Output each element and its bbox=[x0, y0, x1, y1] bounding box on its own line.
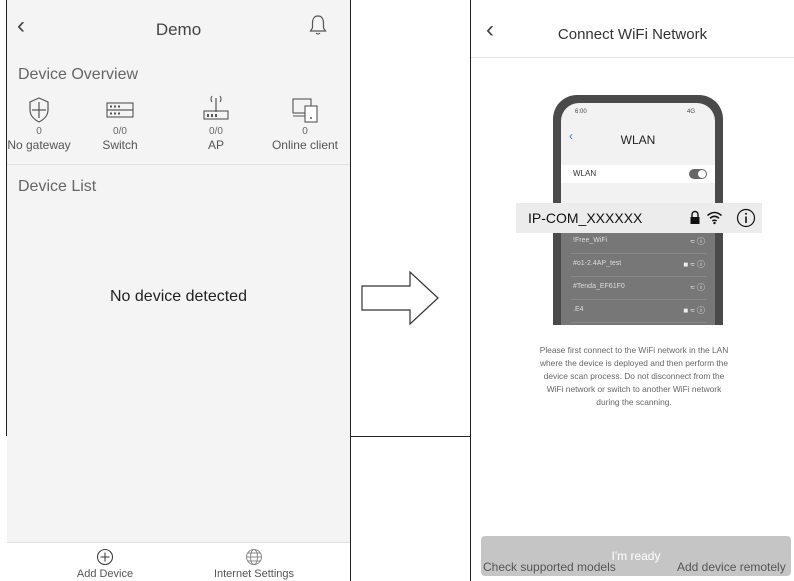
bell-icon[interactable] bbox=[309, 14, 327, 41]
mock-wlan-toggle bbox=[689, 169, 707, 179]
overview-online-client[interactable]: 0 Online client bbox=[265, 96, 345, 152]
switch-label: Switch bbox=[102, 138, 138, 152]
gateway-label: No gateway bbox=[7, 138, 71, 152]
mock-network-row: #Tenda_EF61F0 ≈ ⓘ bbox=[571, 277, 707, 300]
page-title: Connect WiFi Network bbox=[557, 26, 708, 43]
plus-circle-icon bbox=[96, 548, 114, 566]
mock-network-name: !Free_WiFi bbox=[573, 237, 608, 244]
check-supported-models-link[interactable]: Check supported models bbox=[483, 560, 616, 574]
highlighted-ssid: IP-COM_XXXXXX bbox=[528, 210, 643, 226]
mock-network-row: #o1-2.4AP_test ■ ≈ ⓘ bbox=[571, 254, 707, 277]
instruction-text: Please first connect to the WiFi network… bbox=[499, 344, 769, 409]
empty-state-text: No device detected bbox=[110, 288, 247, 305]
router-icon bbox=[203, 95, 229, 120]
mock-wlan-label: WLAN bbox=[573, 169, 597, 178]
frame-line bbox=[6, 0, 7, 436]
overview-switch[interactable]: 0/0 Switch bbox=[80, 96, 160, 152]
monitor-icon bbox=[292, 98, 318, 123]
right-arrow-icon bbox=[361, 270, 439, 326]
instruction-line: where the device is deployed and then pe… bbox=[539, 358, 729, 368]
top-nav-bar: ‹ Connect WiFi Network bbox=[471, 0, 794, 58]
switch-count: 0/0 bbox=[113, 126, 127, 137]
instruction-line: WiFi network or switch to another WiFi n… bbox=[546, 384, 722, 394]
mock-network-name: #o1-2.4AP_test bbox=[573, 260, 622, 267]
mock-status: 4G bbox=[687, 109, 696, 115]
tab-add-device[interactable]: Add Device bbox=[45, 548, 165, 580]
device-overview-screen: ‹ Demo Device Overview 0 No gateway 0/0 … bbox=[7, 0, 350, 581]
mock-time: 6:00 bbox=[575, 109, 587, 115]
mock-network-name: #Tenda_EF61F0 bbox=[573, 283, 625, 290]
info-icon bbox=[736, 208, 756, 228]
section-divider bbox=[7, 164, 350, 165]
overview-title: Device Overview bbox=[18, 66, 139, 83]
mock-header: WLAN bbox=[620, 133, 656, 147]
overview-gateway[interactable]: 0 No gateway bbox=[7, 96, 79, 152]
globe-icon bbox=[246, 549, 262, 565]
overview-ap[interactable]: 0/0 AP bbox=[176, 90, 256, 152]
gateway-count: 0 bbox=[36, 126, 42, 137]
frame-line bbox=[350, 436, 471, 437]
mock-network-icons: ■ ≈ ⓘ bbox=[683, 260, 705, 269]
frame-line bbox=[350, 0, 351, 581]
top-nav-bar: ‹ Demo bbox=[7, 0, 350, 56]
ap-label: AP bbox=[207, 138, 224, 152]
bottom-tab-bar: Add Device Internet Settings bbox=[7, 542, 350, 581]
connect-wifi-screen: ‹ Connect WiFi Network 6:00 4G ‹ WLAN WL… bbox=[471, 0, 794, 581]
ap-count: 0/0 bbox=[209, 126, 223, 137]
instruction-line: during the scanning. bbox=[596, 397, 672, 407]
mock-network-icons: ≈ ⓘ bbox=[690, 283, 705, 292]
shield-icon bbox=[29, 97, 49, 123]
device-list-title: Device List bbox=[18, 178, 97, 195]
mock-network-row: .E4 ■ ≈ ⓘ bbox=[571, 300, 707, 323]
add-device-remotely-link[interactable]: Add device remotely bbox=[677, 560, 786, 574]
client-count: 0 bbox=[302, 126, 308, 137]
tab-add-device-label: Add Device bbox=[76, 568, 134, 580]
wifi-icon bbox=[707, 211, 722, 225]
instruction-line: Please first connect to the WiFi network… bbox=[539, 345, 729, 355]
lock-icon bbox=[690, 210, 700, 224]
mock-network-icons: ≈ ⓘ bbox=[690, 237, 705, 246]
tab-internet-settings-label: Internet Settings bbox=[213, 568, 295, 580]
tab-internet-settings[interactable]: Internet Settings bbox=[194, 548, 314, 580]
mock-network-name: .E4 bbox=[573, 306, 584, 313]
highlighted-network-row: IP-COM_XXXXXX bbox=[516, 203, 762, 233]
instruction-line: device scan process. Do not disconnect f… bbox=[543, 371, 725, 381]
client-label: Online client bbox=[271, 138, 339, 152]
mock-network-row: !Free_WiFi ≈ ⓘ bbox=[571, 231, 707, 254]
mock-network-icons: ■ ≈ ⓘ bbox=[683, 306, 705, 315]
switch-icon bbox=[106, 102, 134, 118]
page-title: Demo bbox=[155, 20, 202, 39]
